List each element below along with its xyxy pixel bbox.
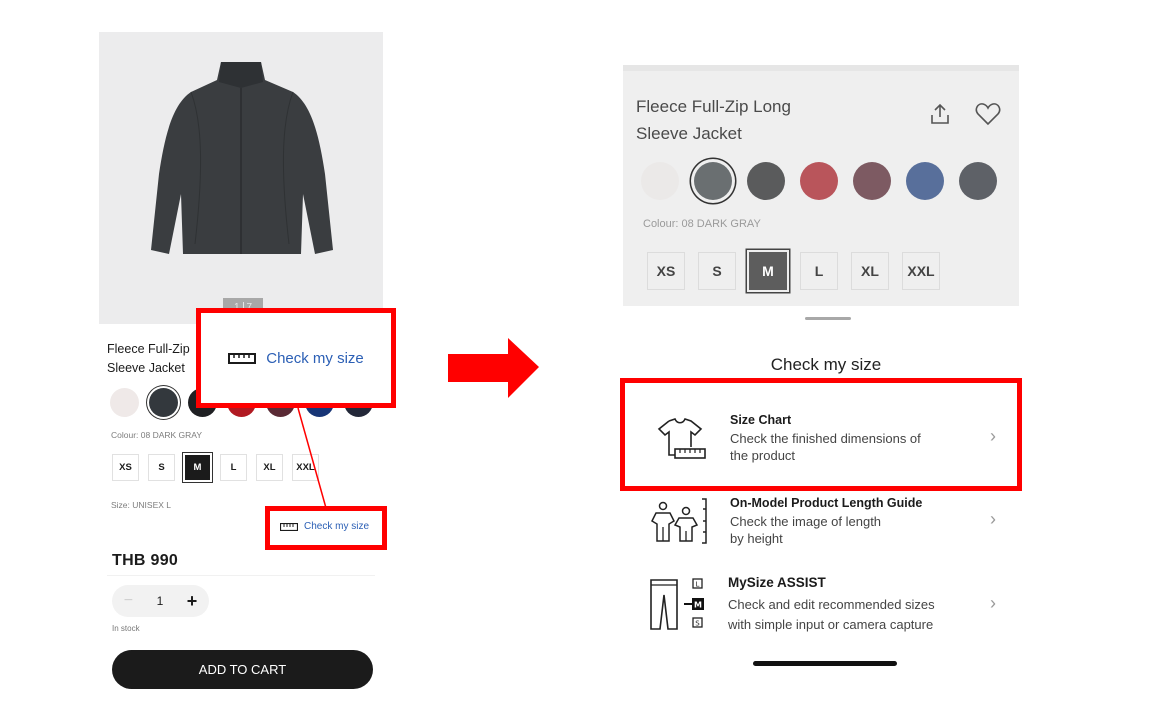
size-selector: XS S M L XL XXL <box>112 454 319 481</box>
right-size-sheet-screen: Fleece Full-Zip Long Sleeve Jacket Colou… <box>623 65 1019 675</box>
colour-swatch-wine[interactable] <box>853 162 891 200</box>
price: THB 990 <box>112 552 179 569</box>
colour-swatch-off-white[interactable] <box>110 388 139 417</box>
chevron-right-icon: › <box>990 509 996 529</box>
size-option-xxl[interactable]: XXL <box>902 252 940 290</box>
svg-text:M: M <box>694 601 702 610</box>
size-option-xl[interactable]: XL <box>851 252 889 290</box>
check-my-size-highlight <box>265 506 387 550</box>
product-title: Fleece Full-Zip Long Sleeve Jacket <box>636 93 791 147</box>
check-my-size-callout[interactable]: Check my size <box>196 308 396 408</box>
colour-swatch-red[interactable] <box>800 162 838 200</box>
option-title: MySize ASSIST <box>728 575 826 590</box>
models-height-icon <box>651 498 707 544</box>
svg-text:L: L <box>696 581 700 589</box>
home-indicator[interactable] <box>753 661 897 666</box>
colour-swatch-dark-gray[interactable] <box>149 388 178 417</box>
colour-swatch-off-white[interactable] <box>641 162 679 200</box>
colour-swatch-dark-gray[interactable] <box>694 162 732 200</box>
size-option-xl[interactable]: XL <box>256 454 283 481</box>
divider <box>107 575 375 576</box>
product-title-line2: Sleeve Jacket <box>636 124 742 143</box>
share-icon[interactable] <box>930 103 950 125</box>
stock-status: In stock <box>112 624 140 633</box>
chevron-right-icon: › <box>990 593 996 613</box>
add-to-cart-button[interactable]: ADD TO CART <box>112 650 373 689</box>
option-desc-line1: Check and edit recommended sizes <box>728 597 935 612</box>
size-option-xs[interactable]: XS <box>647 252 685 290</box>
size-option-s[interactable]: S <box>148 454 175 481</box>
size-selector: XS S M L XL XXL <box>647 252 940 290</box>
jacket-image[interactable] <box>143 54 339 272</box>
on-model-text: On-Model Product Length Guide Check the … <box>730 495 970 547</box>
right-arrow-icon <box>448 338 539 398</box>
size-option-s[interactable]: S <box>698 252 736 290</box>
svg-text:S: S <box>695 620 700 628</box>
callout-text: Check my size <box>266 349 364 367</box>
product-image-area: 1 7 <box>99 32 383 324</box>
product-title-line1: Fleece Full-Zip Long <box>636 97 791 116</box>
mysize-assist-text: MySize ASSIST Check and edit recommended… <box>728 575 968 633</box>
option-desc-line1: Check the image of length <box>730 514 882 529</box>
heart-icon[interactable] <box>975 102 1001 126</box>
colour-swatches <box>641 162 997 200</box>
colour-swatch-blue[interactable] <box>906 162 944 200</box>
quantity-value: 1 <box>156 594 164 608</box>
option-desc-line2: by height <box>730 531 783 546</box>
sheet-drag-handle[interactable] <box>805 317 851 320</box>
quantity-stepper[interactable]: − 1 + <box>112 585 209 617</box>
size-chart-highlight <box>620 378 1022 491</box>
size-label: Size: UNISEX L <box>111 500 171 510</box>
pants-size-icon: L M S <box>650 578 704 630</box>
size-option-l[interactable]: L <box>800 252 838 290</box>
size-option-l[interactable]: L <box>220 454 247 481</box>
colour-swatch-charcoal[interactable] <box>747 162 785 200</box>
colour-swatch-slate[interactable] <box>959 162 997 200</box>
on-model-length-guide-option[interactable]: On-Model Product Length Guide Check the … <box>623 495 1019 575</box>
increment-button[interactable]: + <box>187 591 198 612</box>
option-desc-line2: with simple input or camera capture <box>728 617 934 632</box>
sheet-heading: Check my size <box>770 355 882 374</box>
size-option-m[interactable]: M <box>749 252 787 290</box>
mysize-assist-option[interactable]: L M S MySize ASSIST Check and edit recom… <box>623 575 1019 655</box>
colour-label: Colour: 08 DARK GRAY <box>111 430 203 440</box>
option-title: On-Model Product Length Guide <box>730 496 923 510</box>
size-option-xxl[interactable]: XXL <box>292 454 319 481</box>
product-summary: Fleece Full-Zip Long Sleeve Jacket Colou… <box>623 65 1019 306</box>
decrement-button[interactable]: − <box>124 592 133 610</box>
size-option-m[interactable]: M <box>185 455 210 480</box>
ruler-icon <box>228 352 257 364</box>
size-option-xs[interactable]: XS <box>112 454 139 481</box>
colour-label: Colour: 08 DARK GRAY <box>643 218 761 230</box>
